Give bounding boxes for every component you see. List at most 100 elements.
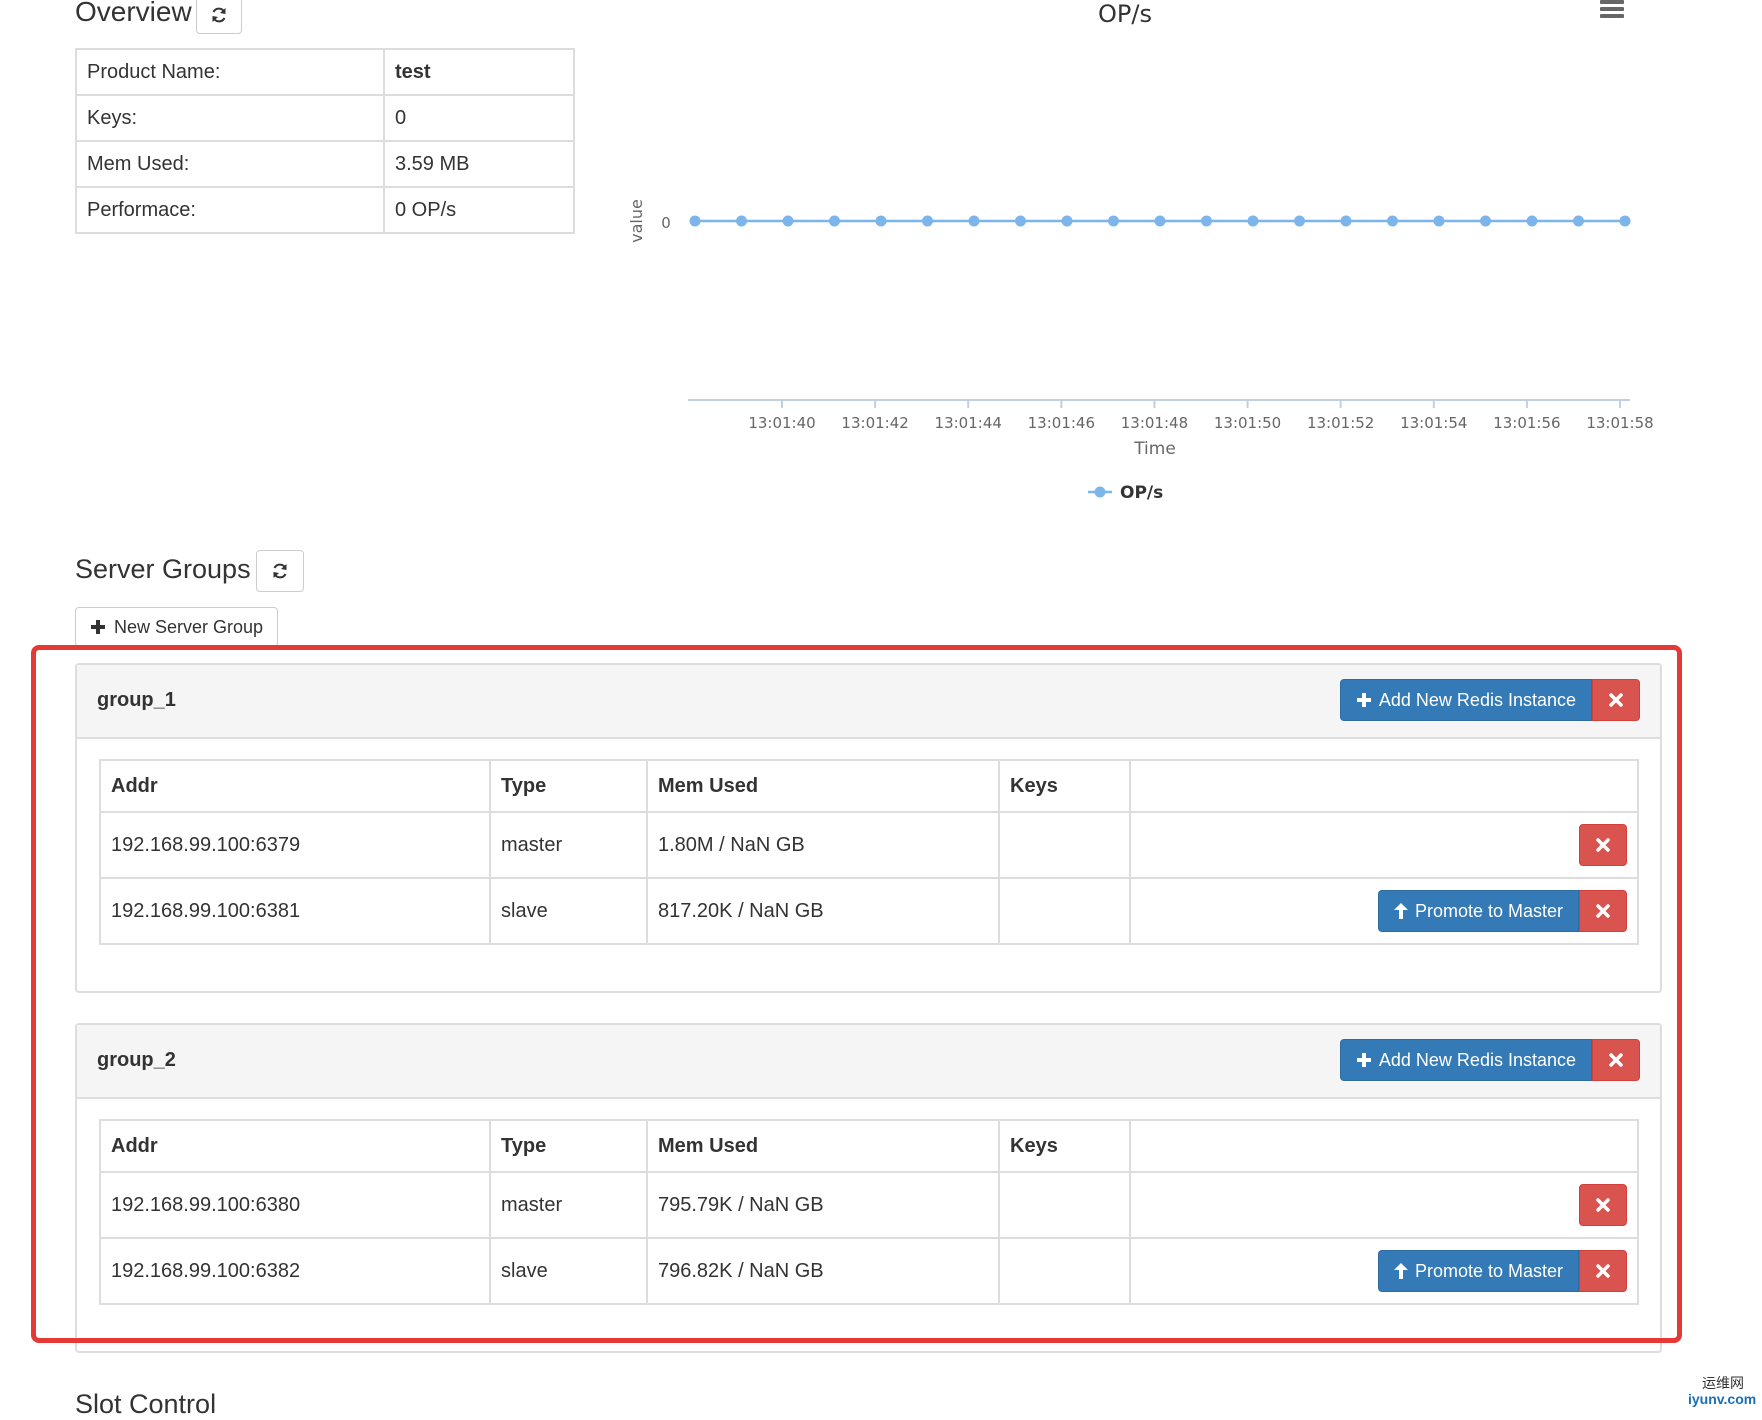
add-redis-instance-button[interactable]: Add New Redis Instance [1339, 679, 1592, 721]
promote-to-master-label: Promote to Master [1414, 1260, 1563, 1281]
y-axis-label: value [627, 199, 646, 243]
x-tick-label: 13:01:44 [935, 414, 1002, 432]
column-header-mem: Mem Used [646, 759, 1000, 813]
add-redis-instance-label: Add New Redis Instance [1378, 689, 1576, 710]
data-point [689, 215, 701, 227]
x-tick-label: 13:01:56 [1493, 414, 1560, 432]
delete-server-button[interactable] [1579, 890, 1627, 932]
overview-row-mem: Mem Used: 3.59 MB [75, 140, 575, 188]
data-point [922, 215, 933, 227]
data-point [736, 215, 747, 227]
overview-value: 0 [383, 94, 575, 142]
promote-to-master-button[interactable]: Promote to Master [1377, 890, 1579, 932]
server-type: master [489, 1171, 648, 1239]
group-actions: Add New Redis Instance [1339, 679, 1640, 721]
row-actions-cell [1129, 1171, 1639, 1239]
close-icon [1596, 1198, 1610, 1212]
column-header-addr: Addr [99, 1119, 491, 1173]
data-point [1294, 215, 1305, 227]
column-header-mem: Mem Used [646, 1119, 1000, 1173]
server-group-panel-1: group_1 Add New Redis Instance Addr Type… [75, 663, 1662, 993]
overview-value: 3.59 MB [383, 140, 575, 188]
overview-label: Performace: [75, 186, 385, 234]
x-tick-label: 13:01:54 [1400, 414, 1467, 432]
overview-value: test [383, 48, 575, 96]
legend-label: OP/s [1120, 483, 1163, 503]
promote-to-master-label: Promote to Master [1414, 900, 1563, 921]
slot-control-title: Slot Control [75, 1389, 217, 1419]
row-actions [1579, 1184, 1627, 1226]
data-point [1108, 215, 1119, 227]
x-tick-label: 13:01:46 [1028, 414, 1095, 432]
plus-icon [1356, 1053, 1371, 1067]
row-actions [1579, 824, 1627, 866]
overview-row-performance: Performace: 0 OP/s [75, 186, 575, 234]
add-redis-instance-button[interactable]: Add New Redis Instance [1339, 1039, 1592, 1081]
column-header-type: Type [489, 759, 648, 813]
column-header-actions [1129, 759, 1639, 813]
data-point [1340, 215, 1352, 227]
server-addr: 192.168.99.100:6380 [99, 1171, 491, 1239]
server-keys [998, 1237, 1131, 1305]
menu-bar [1600, 14, 1624, 18]
group-name: group_2 [97, 1049, 176, 1071]
x-tick-label: 13:01:42 [841, 414, 908, 432]
overview-row-keys: Keys: 0 [75, 94, 575, 142]
delete-group-button[interactable] [1592, 679, 1640, 721]
watermark-line2: iyunv.com [1688, 1391, 1757, 1407]
overview-label: Product Name: [75, 48, 385, 96]
panel-heading: group_1 Add New Redis Instance [77, 665, 1660, 739]
server-addr: 192.168.99.100:6382 [99, 1237, 491, 1305]
server-addr: 192.168.99.100:6379 [99, 811, 491, 879]
data-point [1573, 215, 1584, 227]
promote-to-master-button[interactable]: Promote to Master [1377, 1250, 1579, 1292]
overview-table: Product Name: test Keys: 0 Mem Used: 3.5… [75, 48, 575, 234]
table-row: 192.168.99.100:6379 master 1.80M / NaN G… [99, 811, 1639, 879]
server-keys [998, 1171, 1131, 1239]
server-group-panel-2: group_2 Add New Redis Instance Addr Type… [75, 1023, 1662, 1353]
menu-bar [1600, 0, 1624, 4]
arrow-up-icon [1393, 1263, 1408, 1279]
server-mem: 796.82K / NaN GB [646, 1237, 1000, 1305]
server-groups-refresh-button[interactable] [256, 550, 304, 592]
column-header-keys: Keys [998, 1119, 1131, 1173]
row-actions-cell: Promote to Master [1129, 1237, 1639, 1305]
overview-refresh-button[interactable] [196, 0, 242, 34]
delete-group-button[interactable] [1592, 1039, 1640, 1081]
table-header-row: Addr Type Mem Used Keys [99, 1119, 1639, 1173]
group-actions: Add New Redis Instance [1339, 1039, 1640, 1081]
overview-title: Overview [75, 0, 192, 27]
watermark-logo: 运维网 iyunv.com [1662, 1375, 1756, 1407]
table-header-row: Addr Type Mem Used Keys [99, 759, 1639, 813]
server-type: master [489, 811, 648, 879]
hamburger-menu-icon[interactable] [1600, 0, 1624, 18]
table-row: 192.168.99.100:6382 slave 796.82K / NaN … [99, 1237, 1639, 1305]
server-groups-title: Server Groups [75, 554, 251, 584]
data-point [1526, 215, 1538, 227]
delete-server-button[interactable] [1579, 1184, 1627, 1226]
data-point [875, 215, 887, 227]
server-keys [998, 877, 1131, 945]
data-point [1433, 215, 1445, 227]
close-icon [1596, 1264, 1610, 1278]
row-actions-cell [1129, 811, 1639, 879]
server-keys [998, 811, 1131, 879]
delete-server-button[interactable] [1579, 1250, 1627, 1292]
delete-server-button[interactable] [1579, 824, 1627, 866]
close-icon [1596, 904, 1610, 918]
data-point [1154, 215, 1166, 227]
new-server-group-label: New Server Group [114, 616, 264, 637]
refresh-icon [273, 563, 287, 579]
table-row: 192.168.99.100:6380 master 795.79K / NaN… [99, 1171, 1639, 1239]
server-mem: 795.79K / NaN GB [646, 1171, 1000, 1239]
server-table: Addr Type Mem Used Keys 192.168.99.100:6… [99, 759, 1639, 945]
column-header-addr: Addr [99, 759, 491, 813]
server-addr: 192.168.99.100:6381 [99, 877, 491, 945]
row-actions: Promote to Master [1377, 1250, 1627, 1292]
table-row: 192.168.99.100:6381 slave 817.20K / NaN … [99, 877, 1639, 945]
data-point [782, 215, 794, 227]
new-server-group-button[interactable]: New Server Group [75, 607, 279, 647]
x-axis-label: Time [1133, 439, 1176, 459]
column-header-type: Type [489, 1119, 648, 1173]
add-redis-instance-label: Add New Redis Instance [1378, 1049, 1576, 1070]
